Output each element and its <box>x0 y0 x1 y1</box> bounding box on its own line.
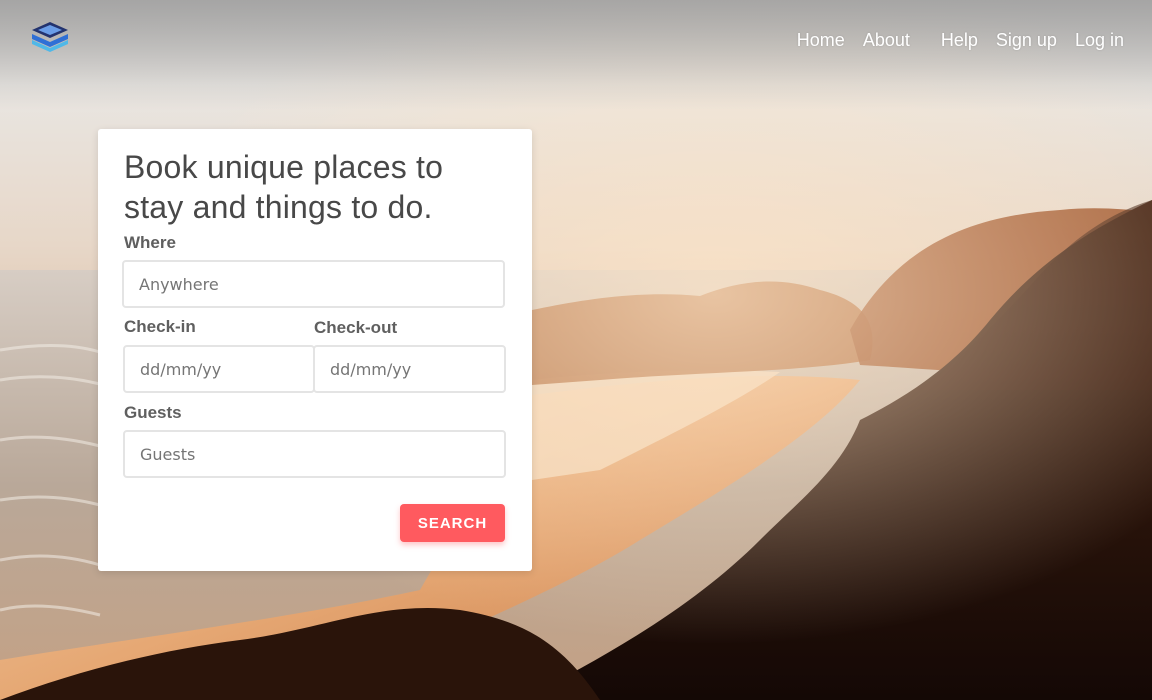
checkin-label: Check-in <box>124 317 196 336</box>
where-label: Where <box>124 233 176 252</box>
nav-signup-link[interactable]: Sign up <box>996 30 1057 51</box>
booking-title: Book unique places to stay and things to… <box>124 149 444 225</box>
nav-about-link[interactable]: About <box>863 30 910 51</box>
landing-page: Home About Help Sign up Log in Book uniq… <box>0 0 1152 700</box>
checkin-date-input[interactable] <box>123 345 315 393</box>
checkout-label: Check-out <box>314 318 398 337</box>
stacked-layers-logo-icon[interactable] <box>30 20 70 56</box>
nav-home-link[interactable]: Home <box>797 30 845 51</box>
nav-help-link[interactable]: Help <box>941 30 978 51</box>
guests-label: Guests <box>124 403 182 422</box>
top-navigation-bar: Home About Help Sign up Log in <box>0 0 1152 84</box>
booking-card: Book unique places to stay and things to… <box>98 129 532 571</box>
main-nav: Home About Help Sign up Log in <box>779 30 1124 51</box>
guests-input[interactable] <box>123 430 506 478</box>
checkout-date-input[interactable] <box>313 345 506 393</box>
where-input[interactable] <box>122 260 505 308</box>
nav-login-link[interactable]: Log in <box>1075 30 1124 51</box>
search-button[interactable]: SEARCH <box>400 504 505 542</box>
